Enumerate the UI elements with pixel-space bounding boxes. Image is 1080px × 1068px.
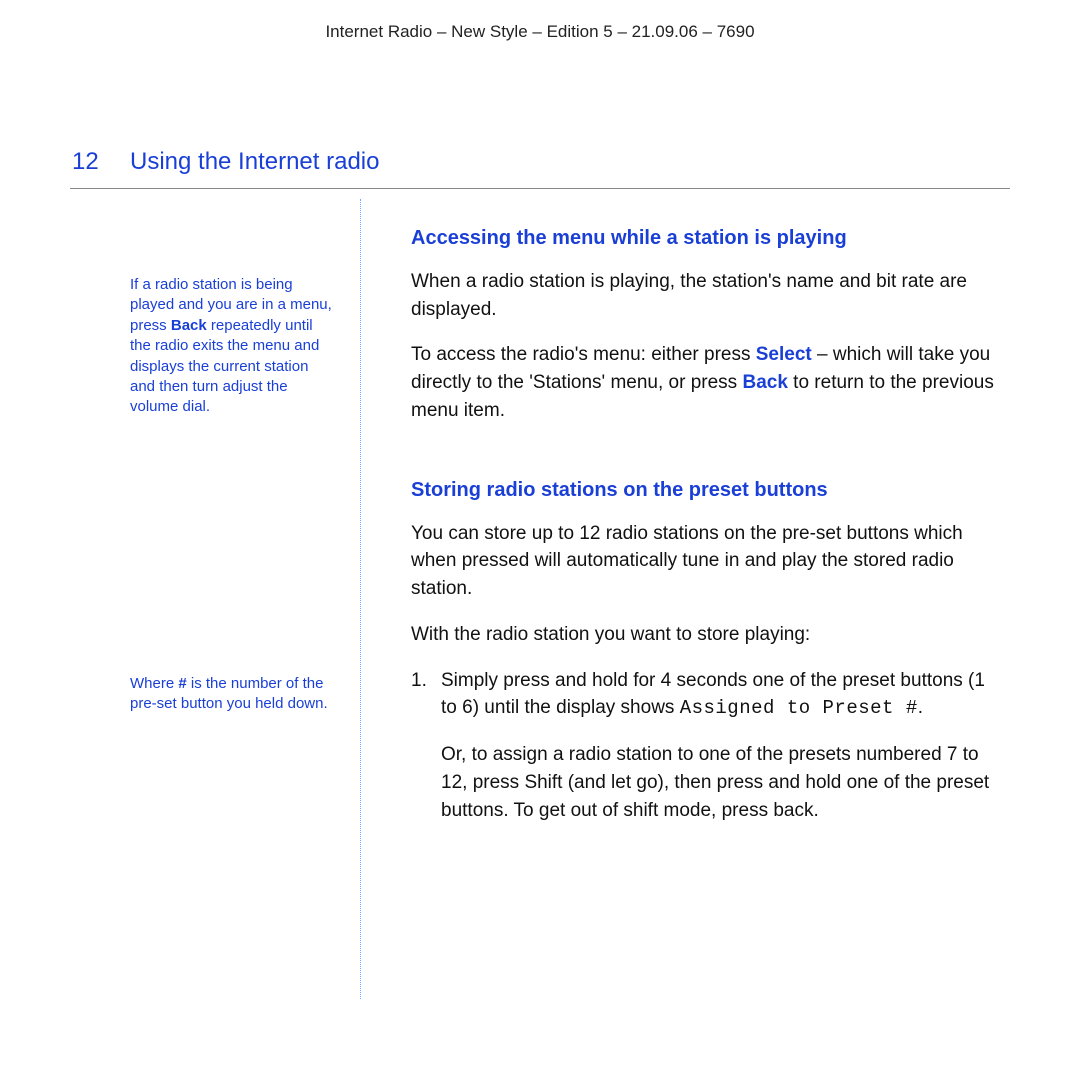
section-heading-accessing: Accessing the menu while a station is pl…: [411, 227, 1004, 250]
margin-note-preset: Where # is the number of the pre-set but…: [130, 674, 336, 715]
margin-note-bold: Back: [171, 317, 207, 334]
body-text: ) until the display shows: [473, 697, 680, 718]
margin-note-back: If a radio station is being played and y…: [130, 275, 336, 418]
list-item: 1. Simply press and hold for 4 seconds o…: [411, 667, 1004, 723]
body-paragraph: You can store up to 12 radio stations on…: [411, 520, 1004, 603]
keyword-shift: Shift (and let go): [524, 772, 663, 793]
body-paragraph: To access the radio's menu: either press…: [411, 341, 1004, 424]
keyword-select: Select: [756, 344, 812, 365]
keyword-back: Back: [742, 372, 787, 393]
body-paragraph: With the radio station you want to store…: [411, 621, 1004, 649]
body-text: To access the radio's menu: either press: [411, 344, 756, 365]
body-text: to: [441, 697, 462, 718]
body-text: Simply press and hold for 4 seconds one …: [441, 670, 974, 691]
list-item-continuation: Or, to assign a radio station to one of …: [411, 741, 1004, 824]
chapter-title: Using the Internet radio: [130, 148, 379, 176]
keyword-one: 1: [974, 670, 985, 691]
keyword-six: 6: [462, 697, 473, 718]
ordered-list: 1. Simply press and hold for 4 seconds o…: [411, 667, 1004, 723]
main-column: Accessing the menu while a station is pl…: [361, 189, 1010, 999]
margin-note-bold: #: [178, 675, 186, 692]
page-header: Internet Radio – New Style – Edition 5 –…: [70, 0, 1010, 42]
chapter-heading-row: 12 Using the Internet radio: [70, 148, 1010, 189]
document-page: Internet Radio – New Style – Edition 5 –…: [0, 0, 1080, 1068]
body-text: .: [918, 697, 923, 718]
chapter-number: 12: [70, 148, 130, 176]
lcd-display-text: Assigned to Preset #: [680, 697, 918, 719]
content-columns: If a radio station is being played and y…: [70, 189, 1010, 999]
margin-note-text: Where: [130, 675, 178, 692]
list-number: 1.: [411, 667, 427, 695]
body-paragraph: When a radio station is playing, the sta…: [411, 268, 1004, 323]
section-heading-storing: Storing radio stations on the preset but…: [411, 479, 1004, 502]
sidebar-column: If a radio station is being played and y…: [70, 189, 360, 999]
